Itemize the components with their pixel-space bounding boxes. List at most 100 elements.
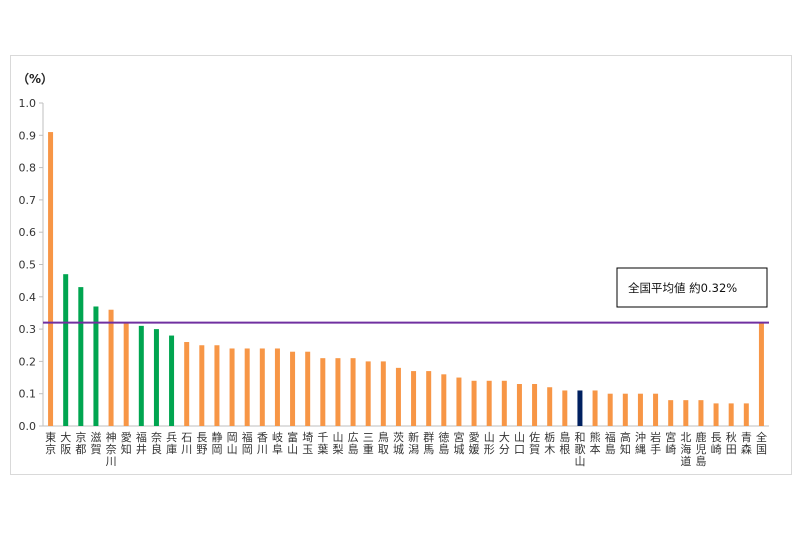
average-callout-text: 全国平均値 約0.32% [628, 281, 737, 295]
bar-14 [244, 348, 250, 426]
x-category-label: 岡山 [227, 431, 238, 456]
bar-39 [622, 393, 628, 426]
bar-23 [380, 361, 386, 426]
x-category-label: 東京 [45, 431, 56, 456]
bar-46 [728, 403, 734, 426]
bar-35 [562, 390, 568, 426]
x-category-label: 宮城 [453, 430, 464, 456]
x-category-label: 香川 [257, 431, 268, 456]
bar-21 [350, 358, 356, 426]
x-category-label: 大分 [499, 430, 510, 456]
x-category-label: 福井 [136, 430, 147, 456]
bar-27 [441, 374, 447, 426]
x-category-label: 青森 [741, 431, 752, 456]
bar-25 [411, 371, 417, 426]
x-category-label: 鳥取 [378, 430, 389, 456]
y-tick-label: 0.8 [19, 162, 37, 175]
bar-30 [486, 380, 492, 426]
bar-10 [184, 342, 190, 426]
x-category-label: 長野 [196, 431, 207, 456]
bar-22 [365, 361, 371, 426]
y-tick-label: 0.7 [19, 194, 37, 207]
bar-9 [169, 335, 175, 426]
x-category-label: 山口 [514, 431, 525, 456]
bar-15 [259, 348, 265, 426]
y-tick-label: 0.2 [19, 355, 37, 368]
y-tick-label: 0.6 [19, 226, 37, 239]
bar-33 [532, 384, 538, 426]
y-axis: 0.0 0.1 0.2 0.3 0.4 0.5 0.6 0.7 0.8 0.9 1.0 [19, 97, 769, 433]
x-category-label: 石川 [181, 431, 192, 456]
x-category-label: 熊本 [590, 430, 601, 456]
x-category-label: 奈良 [151, 430, 162, 456]
bar-19 [320, 358, 326, 426]
x-category-label: 徳島 [438, 431, 449, 456]
bar-42 [668, 400, 674, 426]
x-category-label: 富山 [287, 430, 298, 456]
x-category-label: 山梨 [332, 431, 343, 456]
bar-45 [713, 403, 719, 426]
x-category-label: 佐賀 [529, 430, 540, 456]
x-category-label: 愛媛 [469, 431, 480, 456]
x-category-label: 栃木 [544, 430, 555, 456]
y-tick-label: 0.9 [19, 129, 37, 142]
y-tick-label: 1.0 [19, 97, 37, 110]
bar-1 [48, 132, 54, 426]
bar-16 [274, 348, 280, 426]
x-category-label: 大阪 [60, 430, 71, 456]
x-category-label: 群馬 [423, 430, 434, 456]
bar-6 [123, 322, 129, 426]
bar-40 [637, 393, 643, 426]
x-category-label: 三重 [363, 431, 374, 456]
x-category-label: 長崎 [711, 431, 722, 456]
x-axis-labels: 東京大阪京都滋賀神奈川愛知福井奈良兵庫石川長野静岡岡山福岡香川岐阜富山埼玉千葉山… [45, 430, 767, 468]
y-axis-unit-label: （%） [17, 71, 53, 86]
x-category-label: 高知 [620, 430, 631, 456]
bar-47 [743, 403, 749, 426]
bar-11 [199, 345, 205, 426]
x-category-label: 千葉 [317, 431, 328, 456]
bar-31 [501, 380, 507, 426]
x-category-label: 全国 [756, 430, 767, 456]
bar-17 [290, 351, 296, 426]
x-category-label: 兵庫 [166, 431, 177, 456]
x-category-label: 新潟 [408, 430, 419, 456]
bar-26 [426, 371, 432, 426]
bar-48 [758, 322, 764, 426]
x-category-label: 宮崎 [665, 430, 676, 456]
bar-44 [698, 400, 704, 426]
bar-34 [547, 387, 553, 426]
bar-18 [305, 351, 311, 426]
bar-7 [138, 325, 144, 426]
bar-8 [153, 329, 159, 426]
bar-29 [471, 380, 477, 426]
x-category-label: 福島 [605, 430, 616, 456]
bar-41 [653, 393, 659, 426]
y-tick-label: 0.4 [19, 291, 37, 304]
bar-5 [108, 309, 114, 426]
bar-24 [395, 367, 401, 426]
x-category-label: 和歌山 [574, 431, 585, 468]
x-category-label: 島根 [559, 430, 570, 456]
x-category-label: 埼玉 [302, 430, 313, 456]
x-category-label: 茨城 [393, 430, 404, 456]
x-category-label: 京都 [75, 430, 86, 456]
bar-2 [63, 274, 69, 426]
y-tick-label: 0.1 [19, 388, 37, 401]
y-tick-label: 0.3 [19, 323, 37, 336]
bar-13 [229, 348, 235, 426]
x-category-label: 北海道 [680, 431, 691, 468]
bar-32 [516, 384, 522, 426]
x-category-label: 愛知 [121, 431, 132, 456]
x-category-label: 鹿児島 [695, 430, 706, 468]
x-category-label: 岐阜 [272, 431, 283, 456]
x-category-label: 神奈川 [106, 430, 117, 468]
bar-12 [214, 345, 220, 426]
x-category-label: 沖縄 [635, 431, 646, 456]
chart-frame: 0.0 0.1 0.2 0.3 0.4 0.5 0.6 0.7 0.8 0.9 1.0 東京 大阪 京都… [10, 55, 792, 475]
y-tick-label: 0.5 [19, 259, 37, 272]
x-category-label: 滋賀 [90, 431, 101, 456]
bar-28 [456, 377, 462, 426]
x-category-label: 岩手 [650, 430, 661, 456]
bar-37 [592, 390, 598, 426]
